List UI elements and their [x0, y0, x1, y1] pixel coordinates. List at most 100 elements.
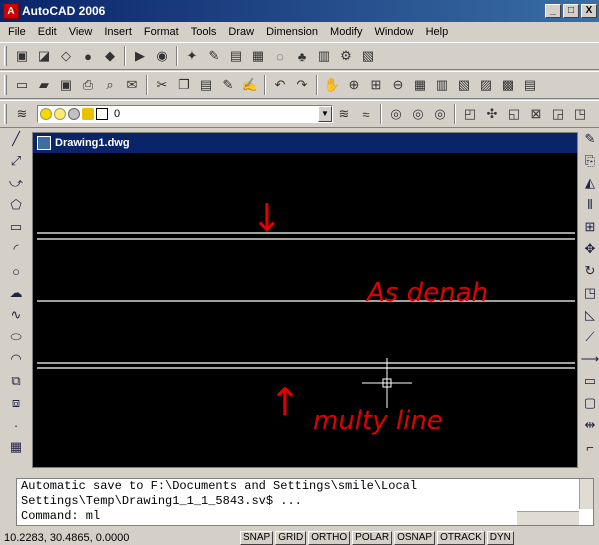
command-horizontal-scrollbar[interactable]	[517, 511, 579, 525]
ortho-toggle[interactable]: ORTHO	[308, 530, 351, 545]
polyline-icon[interactable]: ⤻	[5, 172, 27, 194]
menu-format[interactable]: Format	[138, 23, 185, 41]
toolbar-grip[interactable]	[4, 104, 7, 124]
drawing-canvas[interactable]: ↓ As denah ↑ multy line	[37, 153, 575, 465]
zoom-previous-icon[interactable]: ⊖	[387, 74, 409, 96]
menu-draw[interactable]: Draw	[222, 23, 260, 41]
layer-manager-icon[interactable]: ≋	[11, 103, 33, 125]
layer-dropdown[interactable]: 0 ▼	[37, 105, 333, 123]
modify-3d-icon[interactable]: ◰	[459, 103, 481, 125]
match-properties-icon[interactable]: ✎	[217, 74, 239, 96]
cut-icon[interactable]: ✂	[151, 74, 173, 96]
minimize-button[interactable]: _	[545, 4, 561, 18]
hatch-icon[interactable]: ▦	[5, 436, 27, 458]
sheet-set-icon[interactable]: ▨	[475, 74, 497, 96]
circle-icon[interactable]: ○	[5, 260, 27, 282]
fillet-icon[interactable]: ⌐	[579, 436, 599, 458]
mapping-icon[interactable]: ▤	[225, 45, 247, 67]
undo-icon[interactable]: ↶	[269, 74, 291, 96]
pan-icon[interactable]: ✋	[321, 74, 343, 96]
menu-edit[interactable]: Edit	[32, 23, 63, 41]
chevron-down-icon[interactable]: ▼	[318, 106, 332, 122]
redo-icon[interactable]: ↷	[291, 74, 313, 96]
section-icon[interactable]: ◳	[569, 103, 591, 125]
erase-3d-icon[interactable]: ⊠	[525, 103, 547, 125]
background-icon[interactable]: ▦	[247, 45, 269, 67]
layer-current-icon[interactable]: ≋	[333, 103, 355, 125]
properties-icon[interactable]: ▦	[409, 74, 431, 96]
autocad-app-icon[interactable]: A	[3, 3, 19, 19]
menu-tools[interactable]: Tools	[185, 23, 223, 41]
library-icon[interactable]: ▥	[313, 45, 335, 67]
copy-icon[interactable]: ❐	[173, 74, 195, 96]
construction-line-icon[interactable]: ⤢	[5, 150, 27, 172]
design-center-icon[interactable]: ▥	[431, 74, 453, 96]
fog-icon[interactable]: ◌	[269, 45, 291, 67]
insert-block-icon[interactable]: ⧉	[5, 370, 27, 392]
preview-icon[interactable]: ⌕	[99, 74, 121, 96]
ellipse-icon[interactable]: ⬭	[5, 326, 27, 348]
scale-icon[interactable]: ◳	[579, 282, 599, 304]
block-editor-icon[interactable]: ✍	[239, 74, 261, 96]
snap-toggle[interactable]: SNAP	[240, 530, 274, 545]
make-block-icon[interactable]: ⧈	[5, 392, 27, 414]
mirror-icon[interactable]: ◭	[579, 172, 599, 194]
polar-toggle[interactable]: POLAR	[352, 530, 393, 545]
tool-palettes-icon[interactable]: ▧	[453, 74, 475, 96]
ellipse-arc-icon[interactable]: ◠	[5, 348, 27, 370]
rectangle-icon[interactable]: ▭	[5, 216, 27, 238]
chamfer-icon[interactable]: ⇹	[579, 414, 599, 436]
paste-icon[interactable]: ▤	[195, 74, 217, 96]
coordinate-readout[interactable]: 10.2283, 30.4865, 0.0000	[0, 532, 240, 544]
statistics-icon[interactable]: ▧	[357, 45, 379, 67]
align-3d-icon[interactable]: ◱	[503, 103, 525, 125]
box-icon[interactable]: ▣	[11, 45, 33, 67]
move-3d-icon[interactable]: ✣	[481, 103, 503, 125]
copy-object-icon[interactable]: ⎘	[579, 150, 599, 172]
line-icon[interactable]: ╱	[5, 128, 27, 150]
revision-cloud-icon[interactable]: ☁	[5, 282, 27, 304]
open-icon[interactable]: ▰	[33, 74, 55, 96]
zoom-window-icon[interactable]: ⊞	[365, 74, 387, 96]
render-icon[interactable]: ▶	[129, 45, 151, 67]
command-vertical-scrollbar[interactable]	[579, 479, 593, 509]
break-icon[interactable]: ▭	[579, 370, 599, 392]
landscape-icon[interactable]: ♣	[291, 45, 313, 67]
toolbar-grip[interactable]	[4, 75, 7, 95]
print-icon[interactable]: ⎙	[77, 74, 99, 96]
toolbar-grip[interactable]	[4, 46, 7, 66]
wedge-icon[interactable]: ◪	[33, 45, 55, 67]
shade-icon[interactable]: ◆	[99, 45, 121, 67]
scene-icon[interactable]: ◉	[151, 45, 173, 67]
rotate-icon[interactable]: ↻	[579, 260, 599, 282]
menu-help[interactable]: Help	[420, 23, 455, 41]
menu-window[interactable]: Window	[368, 23, 419, 41]
grid-toggle[interactable]: GRID	[275, 530, 307, 545]
orbit-free-icon[interactable]: ◎	[407, 103, 429, 125]
menu-modify[interactable]: Modify	[324, 23, 368, 41]
menu-insert[interactable]: Insert	[98, 23, 138, 41]
markup-icon[interactable]: ▩	[497, 74, 519, 96]
arc-icon[interactable]: ◜	[5, 238, 27, 260]
publish-icon[interactable]: ✉	[121, 74, 143, 96]
move-icon[interactable]: ✥	[579, 238, 599, 260]
extend-icon[interactable]: ⟶	[579, 348, 599, 370]
spline-icon[interactable]: ∿	[5, 304, 27, 326]
orbit-continuous-icon[interactable]: ◎	[429, 103, 451, 125]
menu-dimension[interactable]: Dimension	[260, 23, 324, 41]
sphere-icon[interactable]: ●	[77, 45, 99, 67]
osnap-toggle[interactable]: OSNAP	[394, 530, 436, 545]
otrack-toggle[interactable]: OTRACK	[437, 530, 485, 545]
array-icon[interactable]: ⊞	[579, 216, 599, 238]
erase-icon[interactable]: ✎	[579, 128, 599, 150]
command-prompt[interactable]: Command: ml	[21, 509, 593, 524]
close-button[interactable]: X	[581, 4, 597, 18]
trim-icon[interactable]: ⟋	[579, 326, 599, 348]
menu-file[interactable]: File	[2, 23, 32, 41]
cube-icon[interactable]: ◇	[55, 45, 77, 67]
dyn-toggle[interactable]: DYN	[486, 530, 514, 545]
command-window[interactable]: Automatic save to F:\Documents and Setti…	[16, 478, 594, 526]
material-icon[interactable]: ✎	[203, 45, 225, 67]
calculator-icon[interactable]: ▤	[519, 74, 541, 96]
new-icon[interactable]: ▭	[11, 74, 33, 96]
